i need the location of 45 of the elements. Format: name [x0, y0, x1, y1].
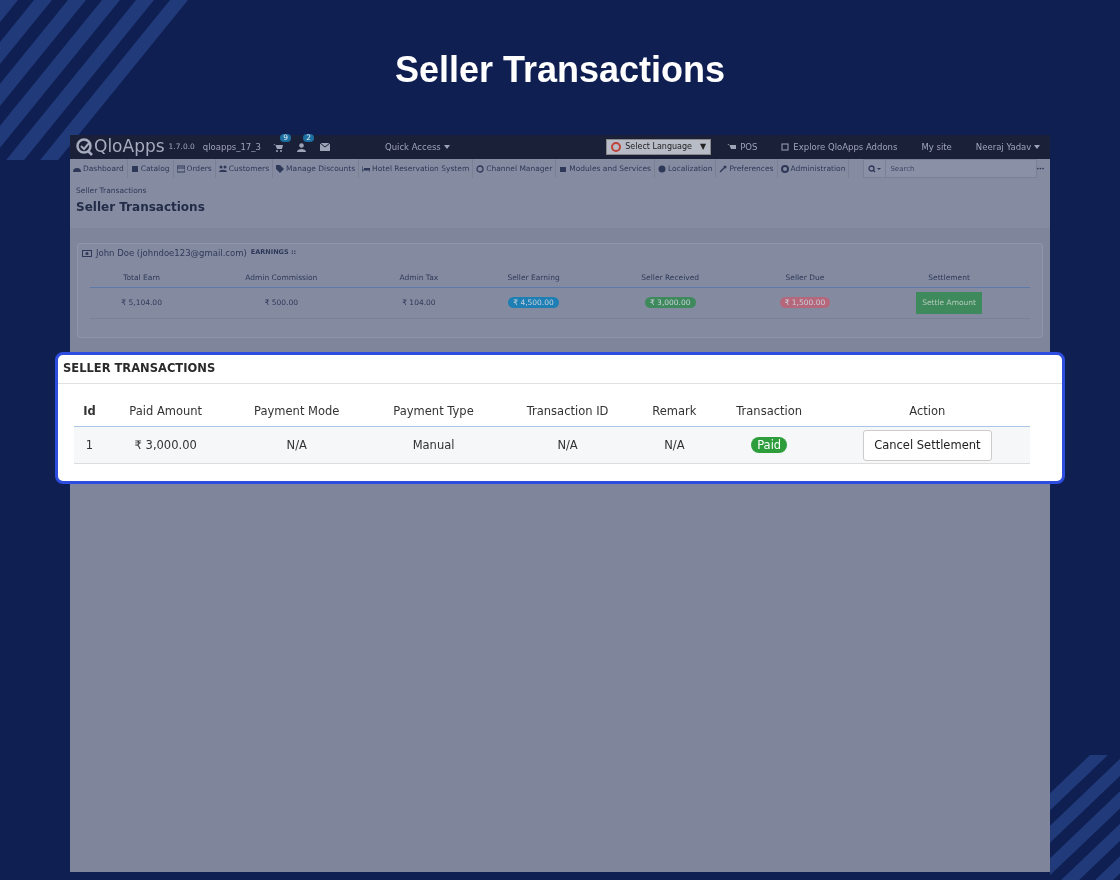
column-header: Transaction ID	[500, 394, 636, 427]
search-icon	[868, 164, 882, 173]
more-icon[interactable]	[1037, 167, 1044, 170]
dropdown-arrow: ▼	[700, 141, 707, 153]
logo-text: QloApps	[94, 135, 165, 159]
column-header: Paid Amount	[104, 394, 227, 427]
quick-access-menu[interactable]: Quick Access	[384, 140, 450, 154]
column-header: Remark	[635, 394, 714, 427]
money-icon	[82, 249, 92, 257]
my-site-link[interactable]: My site	[921, 140, 952, 154]
bed-icon	[362, 164, 371, 173]
logo-icon	[76, 138, 94, 156]
page-heading: Seller Transactions	[75, 199, 206, 217]
table-cell: N/A	[500, 426, 636, 464]
table-cell: Manual	[367, 426, 501, 464]
page-title: Seller Transactions	[394, 48, 726, 92]
table-cell: N/A	[226, 426, 367, 464]
user-icon[interactable]	[296, 142, 306, 152]
user-menu[interactable]: Neeraj Yadav	[975, 140, 1040, 154]
column-header: Transaction	[713, 394, 825, 427]
column-header: Id	[74, 394, 105, 427]
table-cell: ₹ 3,000.00	[104, 426, 227, 464]
cart-icon	[727, 143, 737, 152]
panel-title: SELLER TRANSACTIONS	[58, 355, 1062, 384]
card-icon	[176, 164, 185, 173]
tag-icon	[276, 164, 285, 173]
mail-icon[interactable]	[319, 143, 330, 151]
column-header: Payment Type	[367, 394, 501, 427]
seller-name: John Doe (johndoe123@gmail.com)	[96, 246, 247, 260]
status-badge: Paid	[751, 436, 788, 453]
addons-link[interactable]: Explore QloApps Addons	[793, 141, 898, 152]
column-header: Payment Mode	[226, 394, 367, 427]
search-button[interactable]	[863, 159, 887, 178]
caret-icon	[443, 145, 450, 150]
pos-link[interactable]: POS	[740, 141, 758, 152]
language-label: Select Language	[625, 141, 692, 153]
table-cell: N/A	[635, 426, 714, 464]
caret-icon	[1034, 145, 1040, 150]
shop-name[interactable]: qloapps_17_3	[202, 140, 261, 154]
wrench-icon	[719, 164, 728, 173]
table-cell: 1	[74, 426, 105, 464]
people-icon	[218, 164, 227, 173]
language-select[interactable]: Select Language ▼	[606, 139, 712, 155]
column-header: Action	[824, 394, 1030, 427]
cancel-settlement-button[interactable]: Cancel Settlement	[863, 429, 992, 461]
